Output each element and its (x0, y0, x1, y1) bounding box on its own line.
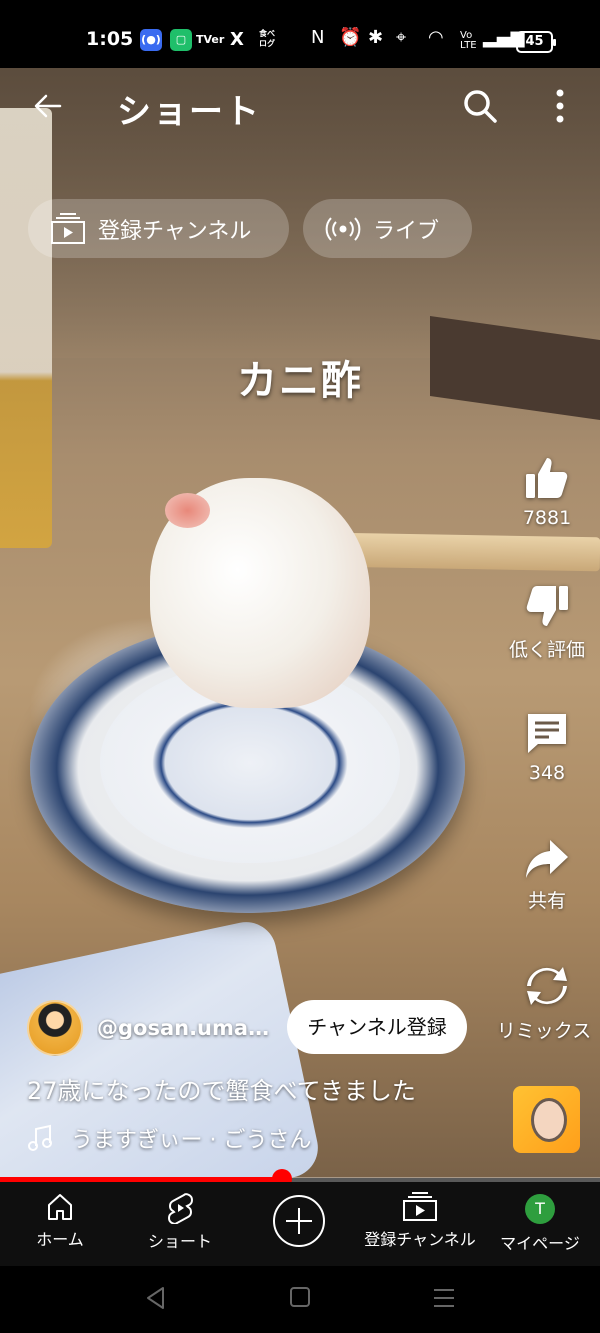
nav-subscriptions[interactable]: 登録チャンネル (360, 1192, 480, 1250)
more-options-icon[interactable] (545, 86, 575, 126)
remix-label: リミックス (496, 1020, 592, 1042)
video-crab-accent (165, 493, 210, 528)
system-nav-bar (0, 1266, 600, 1333)
comment-icon (528, 714, 566, 753)
create-button[interactable] (273, 1195, 325, 1247)
back-arrow-icon[interactable] (30, 88, 66, 124)
music-row[interactable]: うますぎぃー · ごうさん (27, 1122, 312, 1154)
remix-button[interactable]: リミックス (497, 962, 597, 1043)
nav-home-label: ホーム (36, 1230, 84, 1249)
channel-avatar[interactable] (27, 1000, 83, 1056)
live-chip-label: ライブ (373, 218, 440, 244)
share-button[interactable]: 共有 (497, 838, 597, 913)
system-home-icon[interactable] (289, 1286, 311, 1308)
video-caption: カニ酢 (237, 358, 363, 404)
live-broadcast-icon (325, 216, 361, 241)
comment-count: 348 (528, 762, 566, 784)
home-icon (48, 1194, 72, 1220)
tver-icon: TVer (196, 33, 225, 46)
subscriptions-chip-label: 登録チャンネル (98, 218, 252, 244)
channel-row: @gosan.umasugi (27, 998, 279, 1058)
like-count: 7881 (522, 507, 572, 529)
bluetooth-icon: ✱ (368, 27, 384, 48)
subscriptions-icon (51, 212, 85, 244)
system-back-icon[interactable] (145, 1286, 167, 1310)
thumbs-up-icon (526, 458, 568, 498)
page-title: ショート (117, 92, 261, 132)
x-icon: X (230, 29, 244, 50)
clock: 1:05 (86, 28, 134, 50)
location-icon: ⌖ (396, 27, 407, 48)
top-bar: ショート (0, 68, 600, 148)
wifi-icon: ◠ (428, 27, 444, 48)
nav-subscriptions-label: 登録チャンネル (364, 1230, 476, 1249)
app-icon-green: ▢ (170, 29, 192, 51)
system-recents-icon[interactable] (432, 1286, 456, 1310)
status-bar: 1:05 (●) ▢ TVer X 食べログ N ⏰ ✱ ⌖ ◠ Vo LTE ▂… (0, 0, 600, 68)
tabelog-icon: 食べログ (259, 29, 275, 48)
video-description[interactable]: 27歳になったので蟹食べてきました (27, 1071, 416, 1106)
subscribe-button[interactable]: チャンネル登録 (287, 1000, 467, 1054)
comments-button[interactable]: 348 (497, 710, 597, 784)
nav-mypage[interactable]: T マイページ (480, 1192, 600, 1254)
nav-mypage-label: マイページ (500, 1234, 580, 1253)
sound-remix-thumbnail[interactable] (513, 1086, 580, 1153)
channel-handle[interactable]: @gosan.umasugi (97, 1016, 279, 1040)
bottom-nav: ホーム ショート 登録チャンネル T マイページ (0, 1182, 600, 1266)
nav-shorts-label: ショート (147, 1232, 212, 1251)
thumbs-down-icon (526, 586, 568, 626)
music-note-icon (28, 1124, 52, 1151)
video-bottle (0, 108, 52, 548)
alarm-icon: ⏰ (339, 27, 362, 48)
share-label: 共有 (527, 890, 566, 912)
video-chopstick (329, 532, 600, 572)
like-button[interactable]: 7881 (497, 455, 597, 529)
volte-icon: Vo LTE (460, 30, 477, 51)
nav-home[interactable]: ホーム (0, 1192, 120, 1250)
dislike-button[interactable]: 低く評価 (497, 583, 597, 662)
live-chip[interactable]: ライブ (303, 199, 472, 258)
dislike-label: 低く評価 (508, 639, 585, 661)
subscriptions-chip[interactable]: 登録チャンネル (28, 199, 289, 258)
shorts-icon (168, 1193, 193, 1224)
user-avatar: T (525, 1194, 555, 1224)
music-title: うますぎぃー · ごうさん (71, 1128, 312, 1153)
podcast-app-icon: (●) (140, 29, 162, 51)
subscriptions-nav-icon (403, 1192, 437, 1221)
battery-indicator: 45 (516, 31, 556, 53)
nfc-icon: N (311, 27, 325, 48)
remix-icon (527, 967, 567, 1005)
share-icon (526, 840, 568, 878)
search-icon[interactable] (460, 86, 500, 126)
nav-shorts[interactable]: ショート (120, 1192, 240, 1252)
